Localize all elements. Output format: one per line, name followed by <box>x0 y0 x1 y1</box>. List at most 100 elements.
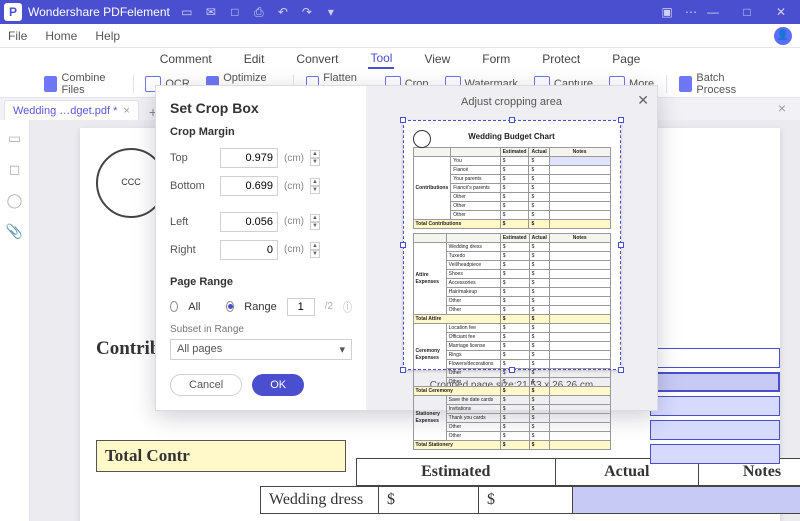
dialog-left-panel: Set Crop Box Crop Margin Top (cm) ▲▼ Bot… <box>156 86 366 410</box>
subset-select[interactable]: All pages ▾ <box>170 339 352 360</box>
comments-icon[interactable]: ◯ <box>7 192 23 209</box>
crop-margin-heading: Crop Margin <box>170 126 352 138</box>
tool-combine-label: Combine Files <box>61 72 120 96</box>
thumbnails-icon[interactable]: ▭ <box>8 130 21 147</box>
row-label: Wedding dress <box>261 487 379 514</box>
margin-left-unit: (cm) <box>284 216 304 227</box>
form-field-selected[interactable] <box>650 372 780 392</box>
margin-right-spinner[interactable]: ▲▼ <box>310 242 320 258</box>
tab-comment[interactable]: Comment <box>158 50 214 68</box>
crop-handle-mr[interactable] <box>618 242 624 248</box>
menu-file[interactable]: File <box>8 29 27 43</box>
margin-top-spinner[interactable]: ▲▼ <box>310 150 320 166</box>
tab-convert[interactable]: Convert <box>294 50 340 68</box>
titlebar-right-icons: ▣ ⋯ <box>660 5 698 19</box>
tab-edit[interactable]: Edit <box>242 50 267 68</box>
radio-all[interactable] <box>170 301 178 312</box>
row-notes <box>573 487 800 514</box>
crop-handle-tm[interactable] <box>509 117 515 123</box>
bookmarks-icon[interactable]: ◻ <box>9 161 21 178</box>
more-icon[interactable]: ⋯ <box>684 5 698 19</box>
preview-wrap[interactable]: Wedding Budget Chart EstimatedActualNote… <box>397 114 627 376</box>
margin-left-input[interactable] <box>220 212 278 232</box>
row-est: $ <box>379 487 479 514</box>
cancel-label: Cancel <box>189 379 223 391</box>
radio-range-label: Range <box>244 301 276 313</box>
margin-bottom-input[interactable] <box>220 176 278 196</box>
crop-handle-tr[interactable] <box>618 117 624 123</box>
close-panel-icon[interactable]: × <box>778 100 786 116</box>
radio-range[interactable] <box>226 301 234 312</box>
margin-top-row: Top (cm) ▲▼ <box>170 148 352 168</box>
crop-handle-bl[interactable] <box>400 367 406 373</box>
combine-icon <box>44 76 57 92</box>
range-info-icon[interactable]: i <box>343 301 352 313</box>
ribbon-tabs: Comment Edit Convert Tool View Form Prot… <box>0 48 800 70</box>
margin-top-label: Top <box>170 152 214 164</box>
document-tab[interactable]: Wedding …dget.pdf * × <box>4 100 139 120</box>
menubar: File Home Help 👤 <box>0 24 800 48</box>
subset-value: All pages <box>177 343 222 355</box>
form-field[interactable] <box>650 348 780 368</box>
mail-icon[interactable]: □ <box>228 5 242 19</box>
margin-right-unit: (cm) <box>284 244 304 255</box>
chevron-down-icon: ▾ <box>339 343 345 356</box>
doc-total-contributions: Total Contr <box>96 440 346 472</box>
redo-icon[interactable]: ↷ <box>300 5 314 19</box>
tab-page[interactable]: Page <box>610 50 642 68</box>
crop-handle-br[interactable] <box>618 367 624 373</box>
dialog-close-icon[interactable]: ✕ <box>637 92 649 109</box>
form-field[interactable] <box>650 444 780 464</box>
close-button[interactable]: ✕ <box>766 5 796 19</box>
minimize-button[interactable]: — <box>698 5 728 19</box>
margin-bottom-unit: (cm) <box>284 181 304 192</box>
tab-view[interactable]: View <box>422 50 452 68</box>
margin-top-input[interactable] <box>220 148 278 168</box>
margin-bottom-label: Bottom <box>170 180 214 192</box>
tab-protect[interactable]: Protect <box>540 50 582 68</box>
dropdown-icon[interactable]: ▾ <box>324 5 338 19</box>
tab-form[interactable]: Form <box>480 50 512 68</box>
titlebar-quick-icons: ▭ ✉ □ ⎙ ↶ ↷ ▾ <box>180 5 338 19</box>
menu-home[interactable]: Home <box>45 29 77 43</box>
radio-all-label: All <box>188 301 200 313</box>
cancel-button[interactable]: Cancel <box>170 374 242 396</box>
tool-batch[interactable]: Batch Process <box>675 72 760 96</box>
margin-left-spinner[interactable]: ▲▼ <box>310 214 320 230</box>
save-icon[interactable]: ✉ <box>204 5 218 19</box>
crop-handle-ml[interactable] <box>400 242 406 248</box>
margin-right-label: Right <box>170 244 214 256</box>
toolbar-sep <box>133 75 134 93</box>
app-logo: P <box>4 3 22 21</box>
preview-caption-top: Adjust cropping area <box>461 96 562 108</box>
menu-help[interactable]: Help <box>95 29 120 43</box>
print-icon[interactable]: ⎙ <box>252 5 266 19</box>
ok-button[interactable]: OK <box>252 374 304 396</box>
open-icon[interactable]: ▭ <box>180 5 194 19</box>
batch-icon <box>679 76 692 92</box>
undo-icon[interactable]: ↶ <box>276 5 290 19</box>
crop-handle-tl[interactable] <box>400 117 406 123</box>
window-buttons: — □ ✕ <box>698 5 796 19</box>
dialog-title: Set Crop Box <box>170 100 352 116</box>
tool-batch-label: Batch Process <box>696 72 756 96</box>
attachments-icon[interactable]: 📎 <box>6 223 23 240</box>
dialog-buttons: Cancel OK <box>170 360 352 396</box>
tool-combine[interactable]: Combine Files <box>40 72 125 96</box>
share-icon[interactable]: ▣ <box>660 5 674 19</box>
margin-right-input[interactable] <box>220 240 278 260</box>
crop-handle-bm[interactable] <box>509 367 515 373</box>
margin-bottom-spinner[interactable]: ▲▼ <box>310 178 320 194</box>
page-range-heading: Page Range <box>170 276 352 288</box>
form-field[interactable] <box>650 396 780 416</box>
margin-left-label: Left <box>170 216 214 228</box>
doc-expense-table-rows: Wedding dress $ $ <box>260 486 800 514</box>
tab-tool[interactable]: Tool <box>368 49 394 69</box>
crop-rectangle[interactable] <box>403 120 621 370</box>
tab-close-icon[interactable]: × <box>123 105 129 117</box>
maximize-button[interactable]: □ <box>732 5 762 19</box>
form-field[interactable] <box>650 420 780 440</box>
range-from-input[interactable] <box>287 298 315 316</box>
page-range-row: All Range /2 i <box>170 298 352 316</box>
user-avatar[interactable]: 👤 <box>774 27 792 45</box>
